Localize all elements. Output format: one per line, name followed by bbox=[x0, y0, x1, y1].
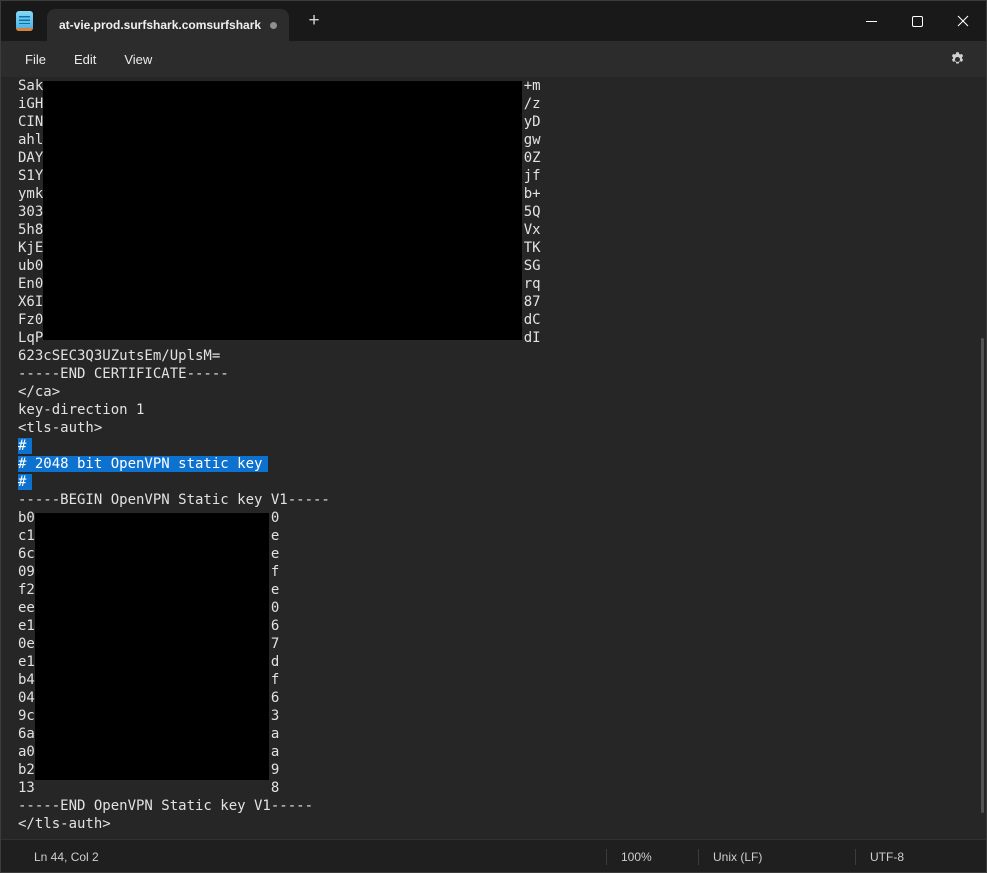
minimize-icon bbox=[866, 21, 877, 22]
maximize-icon bbox=[912, 16, 923, 27]
tab-title: at-vie.prod.surfshark.comsurfshark bbox=[59, 18, 262, 32]
editor-line[interactable]: -----END CERTIFICATE----- bbox=[1, 365, 986, 383]
notepad-icon-lines bbox=[19, 16, 30, 24]
redaction-box bbox=[35, 513, 269, 780]
vertical-scrollbar-thumb[interactable] bbox=[981, 338, 984, 813]
editor-line[interactable]: # bbox=[1, 437, 986, 455]
editor-line[interactable]: key-direction 1 bbox=[1, 401, 986, 419]
unsaved-indicator-icon bbox=[270, 22, 277, 29]
selected-text: # 2048 bit OpenVPN static key bbox=[18, 456, 268, 472]
tab-document[interactable]: at-vie.prod.surfshark.comsurfshark bbox=[47, 9, 289, 41]
titlebar: at-vie.prod.surfshark.comsurfshark + bbox=[1, 1, 986, 41]
menubar: File Edit View bbox=[1, 41, 986, 77]
editor-line[interactable]: 13 8 bbox=[1, 779, 986, 797]
editor-line[interactable]: <tls-auth> bbox=[1, 419, 986, 437]
editor-line[interactable]: -----END OpenVPN Static key V1----- bbox=[1, 797, 986, 815]
settings-button[interactable] bbox=[942, 51, 972, 68]
editor[interactable]: Sak +miGH /zCIN yDahl bbox=[1, 77, 986, 839]
notepad-icon-base bbox=[16, 28, 33, 31]
app-icon-wrap bbox=[1, 1, 47, 41]
menu-file[interactable]: File bbox=[13, 46, 58, 73]
notepad-icon bbox=[16, 11, 33, 31]
zoom-level-label: 100% bbox=[606, 849, 698, 865]
close-button[interactable] bbox=[940, 1, 986, 41]
gear-icon bbox=[949, 51, 966, 68]
editor-line[interactable]: # 2048 bit OpenVPN static key bbox=[1, 455, 986, 473]
minimize-button[interactable] bbox=[848, 1, 894, 41]
editor-line[interactable]: </ca> bbox=[1, 383, 986, 401]
redaction-box bbox=[43, 81, 522, 340]
editor-line[interactable]: -----BEGIN OpenVPN Static key V1----- bbox=[1, 491, 986, 509]
selected-text: # bbox=[18, 438, 32, 454]
window-controls bbox=[848, 1, 986, 41]
editor-line[interactable]: 623cSEC3Q3UZutsEm/UplsM= bbox=[1, 347, 986, 365]
close-icon bbox=[957, 15, 969, 27]
selected-text: # bbox=[18, 474, 32, 490]
statusbar: Ln 44, Col 2 100% Unix (LF) UTF-8 bbox=[1, 839, 986, 873]
menu-edit[interactable]: Edit bbox=[62, 46, 108, 73]
encoding-label: UTF-8 bbox=[855, 849, 986, 865]
notepad-window: at-vie.prod.surfshark.comsurfshark + Fil… bbox=[0, 0, 987, 873]
line-ending-label: Unix (LF) bbox=[698, 849, 855, 865]
menu-view[interactable]: View bbox=[112, 46, 164, 73]
titlebar-spacer bbox=[329, 1, 848, 41]
editor-line[interactable]: </tls-auth> bbox=[1, 815, 986, 833]
editor-line[interactable]: # bbox=[1, 473, 986, 491]
maximize-button[interactable] bbox=[894, 1, 940, 41]
new-tab-button[interactable]: + bbox=[299, 1, 329, 41]
cursor-position-label: Ln 44, Col 2 bbox=[34, 850, 99, 864]
